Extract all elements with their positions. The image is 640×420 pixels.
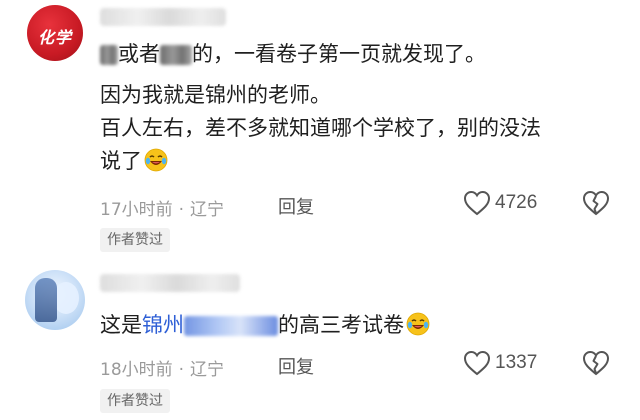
comment-text-fragment: 或者 <box>118 42 160 66</box>
redacted-text <box>100 45 118 65</box>
comment-text-fragment: 这是 <box>100 313 142 337</box>
timestamp: 17小时前 <box>100 200 173 220</box>
avatar[interactable] <box>25 270 85 330</box>
heart-icon <box>463 190 491 216</box>
avatar[interactable]: 化学 <box>27 5 83 61</box>
heart-icon <box>463 350 491 376</box>
broken-heart-icon <box>582 190 610 216</box>
like-button[interactable]: 4726 <box>463 190 537 216</box>
comment-text-line: 或者 的，一看卷子第一页就发现了。 <box>100 39 486 69</box>
author-liked-badge: 作者赞过 <box>100 389 170 413</box>
comment-meta: 18小时前 · 辽宁 <box>100 355 224 380</box>
avatar-label: 化学 <box>37 28 72 47</box>
dislike-button[interactable] <box>582 190 610 216</box>
redacted-text <box>160 45 192 65</box>
comment-text-line: 因为我就是锦州的老师。 <box>100 83 331 107</box>
comment-meta: 17小时前 · 辽宁 <box>100 195 224 220</box>
reply-button[interactable]: 回复 <box>278 193 314 219</box>
like-button[interactable]: 1337 <box>463 350 537 376</box>
comment-item: 化学 或者 的，一看卷子第一页就发现了。 因为我就是锦州的老师。 百人左右，差不多… <box>0 0 640 258</box>
location: 辽宁 <box>190 360 225 380</box>
like-count: 4726 <box>495 192 538 213</box>
comment-text-fragment: 的高三考试卷 <box>278 313 404 337</box>
dislike-button[interactable] <box>582 350 610 376</box>
username-redacted[interactable] <box>100 274 240 292</box>
laugh-cry-emoji-icon <box>406 312 430 336</box>
location: 辽宁 <box>190 200 225 220</box>
laugh-cry-emoji-icon <box>144 148 168 172</box>
comment-text-fragment: 说了 <box>100 149 142 173</box>
avatar-figure <box>35 278 57 322</box>
comment-text-fragment: 的，一看卷子第一页就发现了。 <box>192 42 486 66</box>
timestamp: 18小时前 <box>100 360 173 380</box>
meta-separator: · <box>178 200 185 220</box>
comment-text-line: 这是锦州 的高三考试卷 <box>100 310 430 340</box>
reply-button[interactable]: 回复 <box>278 353 314 379</box>
comment-text-line: 说了 <box>100 146 168 176</box>
username-redacted[interactable] <box>100 8 226 26</box>
location-link[interactable]: 锦州 <box>142 313 184 337</box>
redacted-link-text[interactable] <box>184 316 278 336</box>
comment-text-line: 百人左右，差不多就知道哪个学校了，别的没法 <box>100 116 541 140</box>
like-count: 1337 <box>495 352 538 373</box>
broken-heart-icon <box>582 350 610 376</box>
author-liked-badge: 作者赞过 <box>100 228 170 252</box>
meta-separator: · <box>178 360 185 380</box>
